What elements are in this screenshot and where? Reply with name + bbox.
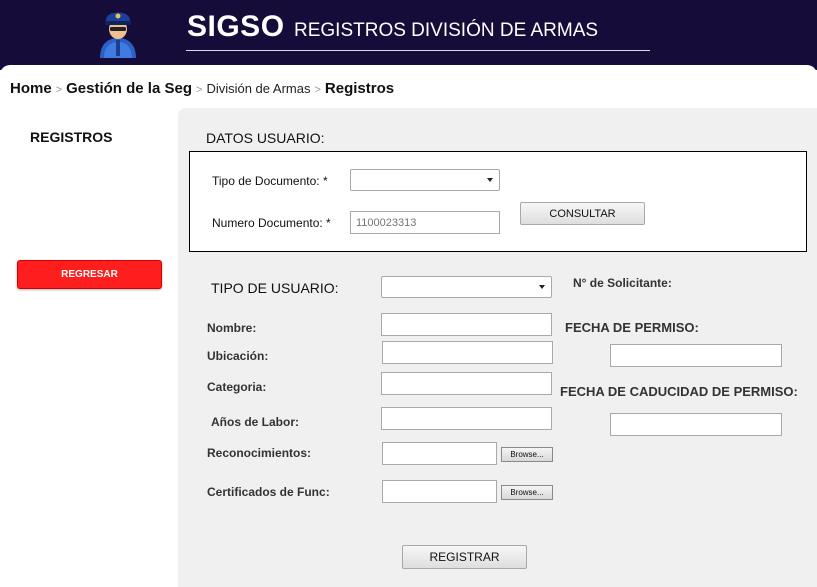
years-of-work-label: Años de Labor:: [211, 415, 300, 429]
breadcrumb-home[interactable]: Home: [10, 80, 52, 97]
certificates-label: Certificados de Func:: [207, 485, 330, 499]
user-data-box: [189, 151, 807, 252]
breadcrumb-gestion[interactable]: Gestión de la Seg: [66, 80, 192, 97]
certificates-file-input[interactable]: [382, 480, 497, 503]
name-input[interactable]: [381, 313, 552, 336]
location-label: Ubicación:: [207, 349, 269, 363]
category-input[interactable]: [381, 372, 552, 395]
name-label: Nombre:: [207, 321, 257, 335]
chevron-down-icon: [539, 285, 545, 289]
breadcrumb-separator: >: [55, 84, 63, 96]
applicant-number-label: N° de Solicitante:: [573, 276, 672, 290]
app-header: SIGSO REGISTROS DIVISIÓN DE ARMAS: [0, 0, 817, 70]
consultar-button[interactable]: CONSULTAR: [520, 202, 645, 225]
document-type-select[interactable]: [350, 169, 500, 191]
category-label: Categoria:: [207, 380, 267, 394]
document-number-input[interactable]: [350, 211, 500, 234]
recognitions-file-input[interactable]: [382, 442, 497, 465]
page-subtitle: REGISTROS DIVISIÓN DE ARMAS: [294, 20, 599, 41]
location-input[interactable]: [382, 341, 553, 364]
user-data-title: DATOS USUARIO:: [206, 130, 325, 146]
breadcrumb-separator: >: [314, 84, 321, 96]
breadcrumb-division[interactable]: División de Armas: [206, 81, 310, 96]
recognitions-label: Reconocimientos:: [207, 446, 312, 460]
recognitions-browse-button[interactable]: Browse...: [501, 447, 553, 462]
security-guard-icon: [100, 12, 136, 58]
user-type-select[interactable]: [381, 276, 552, 298]
breadcrumb-separator: >: [196, 84, 203, 96]
permit-date-input[interactable]: [610, 344, 782, 367]
document-type-label: Tipo de Documento: *: [212, 174, 328, 188]
permit-expiry-label: FECHA DE CADUCIDAD DE PERMISO:: [560, 384, 798, 399]
page: SIGSO REGISTROS DIVISIÓN DE ARMAS Home > G…: [0, 0, 817, 587]
back-button[interactable]: REGRESAR: [17, 260, 162, 289]
certificates-browse-button[interactable]: Browse...: [501, 485, 553, 500]
user-type-label: TIPO DE USUARIO:: [211, 280, 339, 296]
breadcrumb-registros: Registros: [324, 80, 395, 97]
breadcrumb: Home > Gestión de la Seg > División de Armas…: [10, 80, 394, 97]
sidebar-title: REGISTROS: [30, 129, 113, 145]
chevron-down-icon: [487, 178, 493, 182]
permit-expiry-input[interactable]: [610, 413, 782, 436]
header-divider: [186, 50, 650, 51]
permit-date-label: FECHA DE PERMISO:: [565, 320, 699, 335]
app-name: SIGSO: [187, 10, 285, 43]
register-button[interactable]: REGISTRAR: [402, 545, 527, 569]
years-of-work-input[interactable]: [381, 407, 552, 430]
document-number-label: Numero Documento: *: [212, 216, 331, 230]
